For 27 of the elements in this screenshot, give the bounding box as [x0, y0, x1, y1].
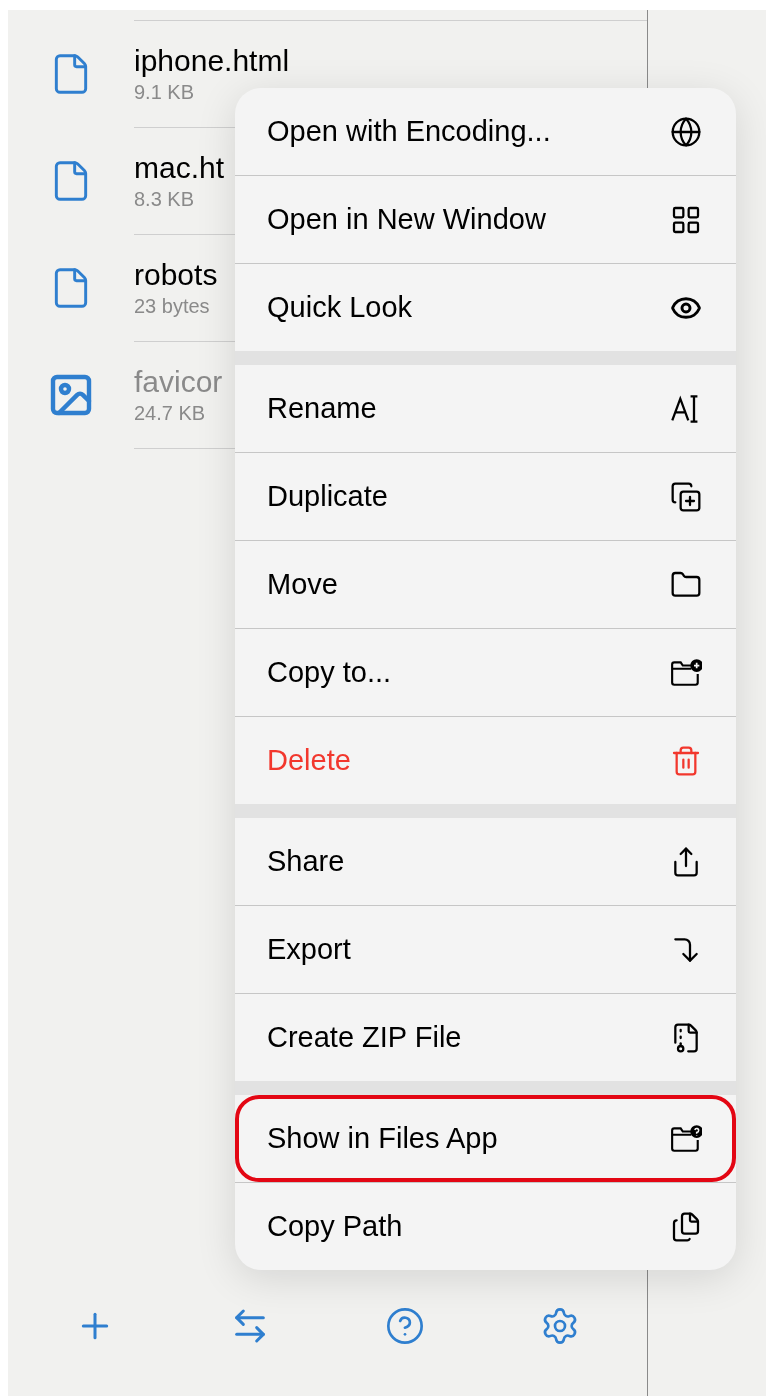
file-size: 23 bytes: [134, 294, 210, 319]
menu-item[interactable]: Delete: [235, 717, 736, 804]
menu-item[interactable]: Share: [235, 818, 736, 905]
file-name[interactable]: mac.ht: [134, 150, 225, 186]
folder-question-icon: [670, 1122, 702, 1155]
help-icon: [384, 1306, 425, 1346]
file-size: 8.3 KB: [134, 187, 195, 212]
menu-item[interactable]: Move: [235, 541, 736, 628]
menu-item[interactable]: Copy to...: [235, 629, 736, 716]
menu-item[interactable]: Open with Encoding...: [235, 88, 736, 175]
globe-icon: [670, 115, 702, 148]
menu-item[interactable]: Export: [235, 906, 736, 993]
file-name[interactable]: robots: [134, 257, 218, 293]
menu-item[interactable]: Duplicate: [235, 453, 736, 540]
folder-plus-icon: [670, 656, 702, 689]
menu-item[interactable]: Show in Files App: [235, 1095, 736, 1182]
documents-icon: [670, 1210, 702, 1243]
menu-item[interactable]: Copy Path: [235, 1183, 736, 1270]
menu-item[interactable]: Quick Look: [235, 264, 736, 351]
menu-item[interactable]: Rename: [235, 365, 736, 452]
file-name[interactable]: iphone.html: [134, 43, 290, 79]
menu-item[interactable]: Create ZIP File: [235, 994, 736, 1081]
menu-item[interactable]: Open in New Window: [235, 176, 736, 263]
duplicate-icon: [670, 480, 702, 513]
trash-icon: [670, 744, 702, 777]
file-size: 9.1 KB: [134, 80, 195, 105]
file-size: 24.7 KB: [134, 401, 206, 426]
